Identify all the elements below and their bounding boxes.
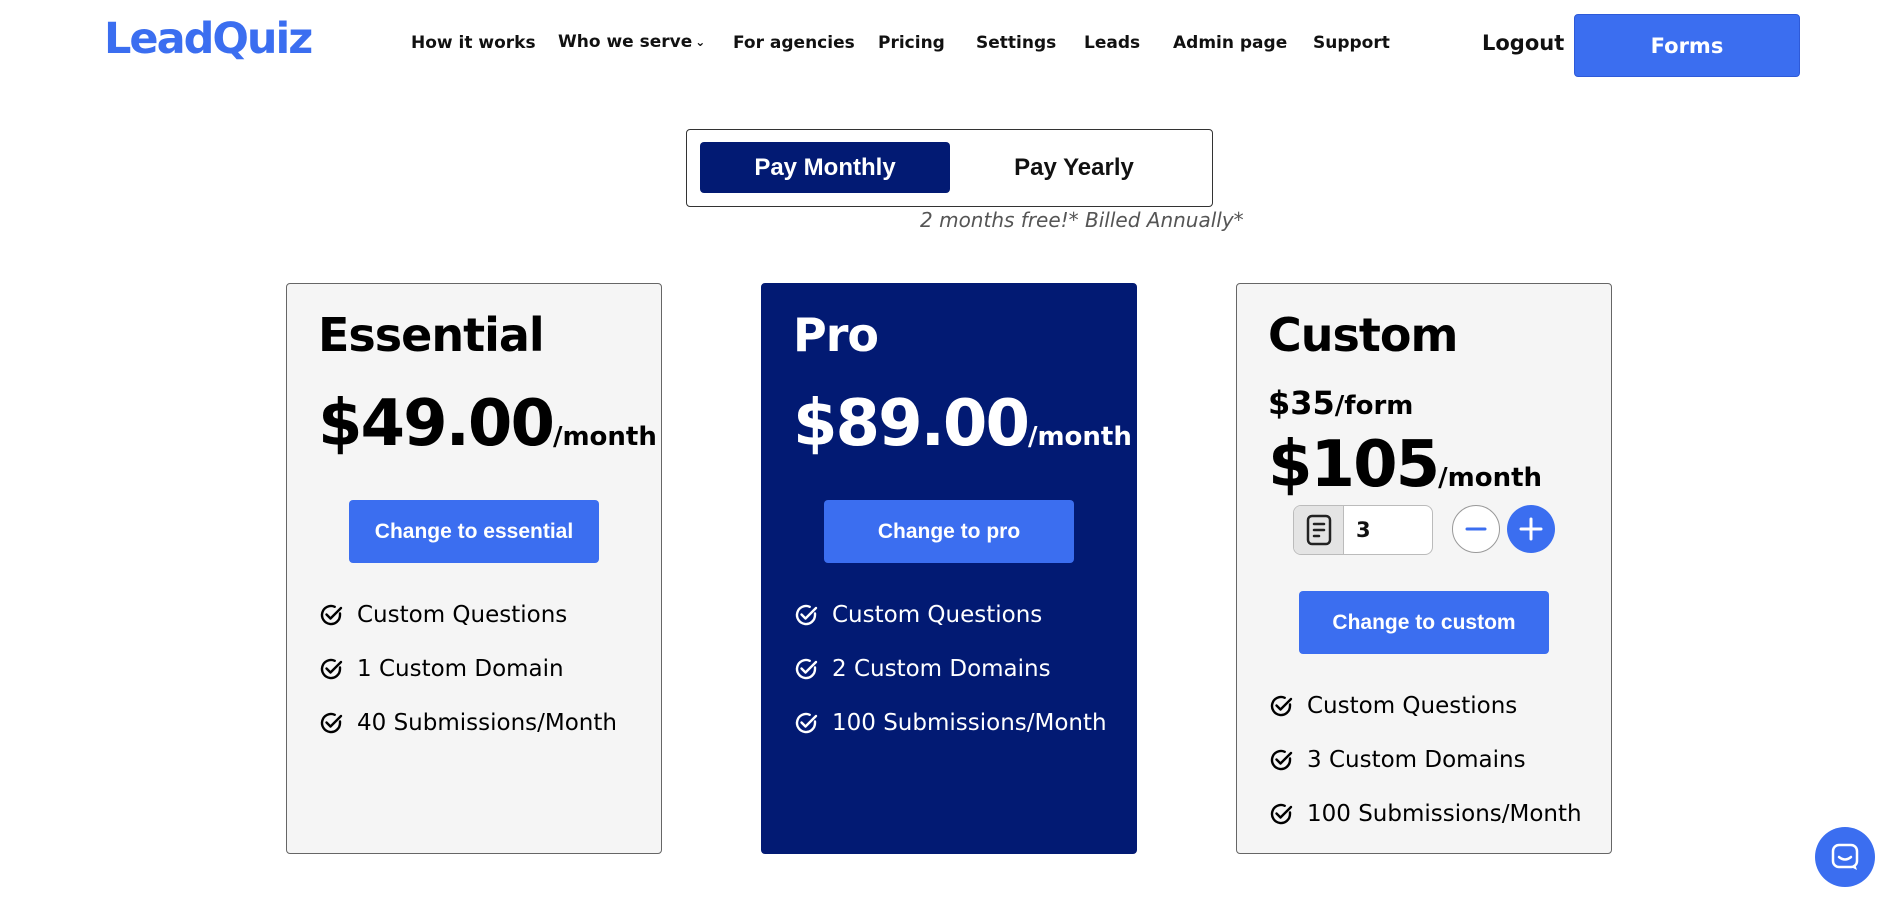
- plan-price: $49.00/month: [318, 387, 657, 461]
- check-circle-icon: [320, 712, 343, 734]
- nav-label: Settings: [976, 33, 1057, 53]
- nav-admin-page[interactable]: Admin page: [1173, 33, 1287, 53]
- change-to-essential-button[interactable]: Change to essential: [349, 500, 599, 563]
- check-circle-icon: [320, 604, 343, 626]
- nav-label: How it works: [411, 33, 536, 53]
- logout-link[interactable]: Logout: [1482, 31, 1564, 55]
- per-form-unit: /form: [1334, 391, 1414, 421]
- plan-card-custom: Custom $35/form $105/month 3 Change to c…: [1236, 283, 1612, 854]
- price-period: /month: [552, 422, 657, 452]
- feature-item: Custom Questions: [793, 588, 1107, 642]
- nav-leads[interactable]: Leads: [1084, 33, 1140, 53]
- pay-monthly-option[interactable]: Pay Monthly: [700, 142, 950, 193]
- plan-card-essential: Essential $49.00/month Change to essenti…: [286, 283, 662, 854]
- feature-text: Custom Questions: [357, 602, 568, 628]
- nav-label: Pricing: [878, 33, 945, 53]
- nav-label: Support: [1313, 33, 1390, 53]
- nav-who-we-serve[interactable]: Who we serve ⌄: [558, 32, 705, 52]
- per-form-price: $35/form: [1268, 384, 1413, 422]
- plus-icon: [1519, 517, 1543, 541]
- change-to-custom-button[interactable]: Change to custom: [1299, 591, 1549, 654]
- price-amount: $105: [1268, 428, 1440, 502]
- per-form-amount: $35: [1268, 384, 1335, 422]
- feature-list: Custom Questions 2 Custom Domains 100 Su…: [793, 588, 1107, 750]
- chat-icon: [1831, 843, 1859, 870]
- forms-button[interactable]: Forms: [1574, 14, 1800, 77]
- decrease-quantity-button[interactable]: [1452, 505, 1500, 553]
- nav-label: For agencies: [733, 33, 855, 53]
- nav-settings[interactable]: Settings: [976, 33, 1056, 53]
- nav-for-agencies[interactable]: For agencies: [733, 33, 855, 53]
- feature-text: 1 Custom Domain: [357, 656, 564, 682]
- pay-yearly-option[interactable]: Pay Yearly: [949, 142, 1199, 193]
- logo[interactable]: LeadQuiz: [104, 14, 313, 64]
- price-amount: $49.00: [318, 387, 555, 461]
- chevron-down-icon: ⌄: [695, 35, 706, 49]
- increase-quantity-button[interactable]: [1507, 505, 1555, 553]
- feature-item: Custom Questions: [1268, 679, 1582, 733]
- feature-item: 1 Custom Domain: [318, 642, 617, 696]
- check-circle-icon: [320, 658, 343, 680]
- feature-item: 40 Submissions/Month: [318, 696, 617, 750]
- feature-item: 3 Custom Domains: [1268, 733, 1582, 787]
- plan-price: $105/month: [1268, 428, 1542, 502]
- feature-text: 2 Custom Domains: [832, 656, 1051, 682]
- price-amount: $89.00: [793, 387, 1030, 461]
- check-circle-icon: [1270, 695, 1293, 717]
- form-icon: [1294, 506, 1344, 554]
- check-circle-icon: [795, 712, 818, 734]
- nav-how-it-works[interactable]: How it works: [411, 33, 536, 53]
- form-quantity-input[interactable]: 3: [1293, 505, 1433, 555]
- nav-label: Admin page: [1173, 33, 1288, 53]
- minus-icon: [1465, 527, 1487, 531]
- nav-pricing[interactable]: Pricing: [878, 33, 945, 53]
- feature-item: 2 Custom Domains: [793, 642, 1107, 696]
- feature-item: 100 Submissions/Month: [793, 696, 1107, 750]
- feature-item: Custom Questions: [318, 588, 617, 642]
- yearly-discount-note: 2 months free!* Billed Annually*: [920, 208, 1244, 232]
- plan-card-pro: Pro $89.00/month Change to pro Custom Qu…: [761, 283, 1137, 854]
- check-circle-icon: [795, 604, 818, 626]
- check-circle-icon: [795, 658, 818, 680]
- plan-name: Custom: [1268, 308, 1458, 362]
- plan-name: Pro: [793, 308, 879, 362]
- feature-text: Custom Questions: [832, 602, 1043, 628]
- feature-text: 3 Custom Domains: [1307, 747, 1526, 773]
- price-period: /month: [1438, 463, 1543, 493]
- nav-support[interactable]: Support: [1313, 33, 1390, 53]
- plan-price: $89.00/month: [793, 387, 1132, 461]
- check-circle-icon: [1270, 803, 1293, 825]
- plan-name: Essential: [318, 308, 545, 362]
- chat-widget-button[interactable]: [1815, 827, 1875, 887]
- feature-list: Custom Questions 1 Custom Domain 40 Subm…: [318, 588, 617, 750]
- check-circle-icon: [1270, 749, 1293, 771]
- change-to-pro-button[interactable]: Change to pro: [824, 500, 1074, 563]
- feature-text: Custom Questions: [1307, 693, 1518, 719]
- feature-text: 40 Submissions/Month: [357, 710, 617, 736]
- feature-text: 100 Submissions/Month: [832, 710, 1107, 736]
- nav-label: Leads: [1084, 33, 1141, 53]
- feature-item: 100 Submissions/Month: [1268, 787, 1582, 841]
- price-period: /month: [1027, 422, 1132, 452]
- nav-label: Who we serve: [558, 32, 693, 52]
- feature-text: 100 Submissions/Month: [1307, 801, 1582, 827]
- quantity-value[interactable]: 3: [1356, 506, 1371, 554]
- feature-list: Custom Questions 3 Custom Domains 100 Su…: [1268, 679, 1582, 841]
- billing-toggle: Pay Monthly Pay Yearly: [686, 129, 1213, 207]
